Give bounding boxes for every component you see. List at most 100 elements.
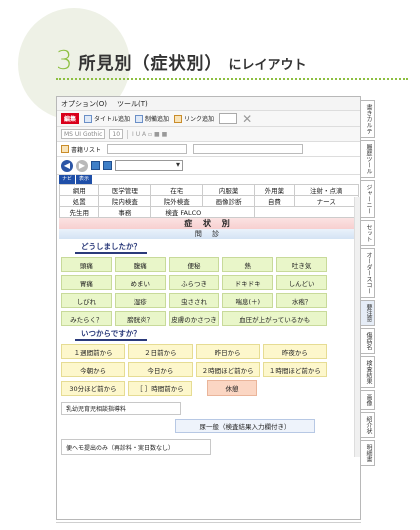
font-toolbar: MS UI Gothic 10 I U A ▫ ■ ■ [57, 127, 360, 142]
symptom-button[interactable]: 吐き気 [276, 257, 327, 272]
infant-consult-button[interactable]: 乳幼児育児相談指導料 [61, 402, 181, 415]
category-cell[interactable]: 事務 [98, 206, 152, 218]
side-tab[interactable]: セット [361, 220, 375, 246]
book-list-combo-2[interactable] [193, 144, 304, 154]
symptom-grid: 頭痛 腹痛 便秘 熱 吐き気 胃痛 めまい ふらつき ドキドキ しんどい しびれ… [61, 257, 327, 326]
onset-button[interactable]: 昨日から [195, 344, 260, 359]
category-cell[interactable]: 画像診断 [202, 195, 256, 207]
symptom-button[interactable]: ふらつき [168, 275, 220, 290]
tab-display[interactable]: 表示 [76, 175, 93, 184]
forward-icon[interactable]: ▶ [76, 159, 88, 172]
format-tools[interactable]: I U A ▫ ■ ■ [132, 131, 167, 138]
side-tab[interactable]: 明細書 [361, 440, 375, 466]
symptom-band: 症 状 別 [59, 218, 359, 229]
save-icon[interactable] [91, 161, 100, 170]
book-icon [61, 145, 69, 153]
category-cell[interactable]: 内服薬 [202, 184, 256, 196]
side-tab[interactable]: 画像 [361, 390, 375, 410]
symptom-button[interactable]: 喘息(＋) [222, 293, 274, 308]
menu-tools[interactable]: ツール(T) [117, 99, 148, 109]
onset-grid: １週間前から ２日前から 昨日から 昨夜から 今朝から 今日から ２時間ほど前か… [61, 344, 327, 377]
symptom-button[interactable]: 熱 [222, 257, 274, 272]
book-list-combo[interactable] [107, 144, 188, 154]
symptom-button[interactable]: 頭痛 [61, 257, 112, 272]
close-icon[interactable]: ✕ [242, 113, 252, 125]
menu-options[interactable]: オプション(O) [61, 99, 107, 109]
stool-submit-button[interactable]: 便ヘモ提出のみ（再診料・実日数なし） [61, 439, 211, 455]
category-cell[interactable]: 院外検査 [150, 195, 204, 207]
toolbar: 編集 タイトル追加 制備追加 リンク追加 ✕ [57, 111, 360, 127]
section-number: 3 [56, 46, 73, 76]
bottom-divider [56, 522, 361, 523]
symptom-button[interactable]: しびれ [61, 293, 112, 308]
category-cell[interactable]: 院内検査 [98, 195, 152, 207]
symptom-button[interactable]: 腹痛 [114, 257, 166, 272]
side-tab[interactable]: 紹介状 [361, 412, 375, 438]
category-cell[interactable]: 自費 [254, 195, 295, 207]
link-add-button[interactable]: リンク追加 [174, 114, 214, 123]
font-family-select[interactable]: MS UI Gothic [61, 129, 106, 139]
onset-button[interactable]: 昨夜から [262, 344, 327, 359]
tab-navi[interactable]: ナビ [59, 175, 76, 184]
onset-button[interactable]: 30分ほど前から [61, 380, 125, 396]
category-cell[interactable]: 医学管理 [98, 184, 152, 196]
table-row: 処置 院内検査 院外検査 画像診断 自費 ナース [58, 195, 360, 207]
category-cell[interactable]: 網用 [58, 184, 100, 196]
font-size-select[interactable]: 10 [109, 129, 124, 139]
symptom-button[interactable]: しんどい [276, 275, 327, 290]
urine-test-button[interactable]: 尿一般（検査結果入力欄付き） [175, 419, 315, 433]
side-tab[interactable]: 検査結果 [361, 356, 375, 388]
side-tab[interactable]: 傷病名 [361, 328, 375, 354]
side-tab-active[interactable]: 要注意 [361, 300, 375, 326]
onset-button[interactable]: １週間前から [61, 344, 126, 359]
category-cell[interactable]: 検査 FALCO [150, 206, 256, 218]
vertical-scrollbar[interactable] [354, 197, 360, 457]
interview-band: 問 診 [59, 229, 359, 239]
symptom-button[interactable]: 便秘 [168, 257, 220, 272]
symptom-button[interactable]: みたらく？ [61, 311, 112, 326]
symptom-button[interactable]: 胃痛 [61, 275, 112, 290]
back-icon[interactable]: ◀ [61, 159, 73, 172]
link-icon [174, 114, 183, 123]
category-cell[interactable]: ナース [293, 195, 360, 207]
infant-row: 乳幼児育児相談指導料 [61, 402, 360, 415]
page-select[interactable] [115, 160, 183, 171]
page-icon [84, 114, 93, 123]
category-cell[interactable]: 処置 [58, 195, 100, 207]
section-subtitle: にレイアウト [228, 58, 307, 73]
symptom-button[interactable]: 虫さされ [168, 293, 220, 308]
category-cell[interactable]: 外用薬 [254, 184, 295, 196]
side-tab[interactable]: ジャーニー [361, 180, 375, 218]
symptom-button[interactable]: めまい [114, 275, 166, 290]
symptom-button[interactable]: ドキドキ [222, 275, 274, 290]
navigation-row: ◀ ▶ [57, 157, 360, 175]
onset-button[interactable]: 今日から [128, 362, 193, 377]
side-tab[interactable]: 履歴ツール [361, 140, 375, 178]
category-table: 網用 医学管理 在宅 内服薬 外用薬 注射・点滴 処置 院内検査 院外検査 画像… [58, 184, 360, 218]
category-cell[interactable]: 在宅 [150, 184, 204, 196]
section-title: 所見別（症状別） [78, 54, 223, 74]
symptom-button[interactable]: 水疱？ [276, 293, 327, 308]
onset-button[interactable]: ［ ］時間前から [128, 380, 192, 396]
symptom-button[interactable]: 血圧が上がっているかも [222, 311, 327, 326]
side-tab[interactable]: 書きカルテ [361, 100, 375, 138]
onset-button[interactable]: ２日前から [128, 344, 193, 359]
title-add-button[interactable]: タイトル追加 [84, 114, 130, 123]
book-list-row: 書籍リスト [57, 142, 360, 157]
hint-add-button[interactable]: 制備追加 [135, 114, 169, 123]
symptom-button[interactable]: 湿疹 [114, 293, 166, 308]
color-box[interactable] [219, 113, 238, 124]
refresh-icon[interactable] [103, 161, 112, 170]
edit-button[interactable]: 編集 [61, 113, 80, 124]
onset-button[interactable]: ２時間ほど前から [195, 362, 260, 377]
book-list-button[interactable]: 書籍リスト [61, 145, 101, 154]
side-tab-strip: 書きカルテ 履歴ツール ジャーニー セット オーダースコー 要注意 傷病名 検査… [361, 100, 375, 468]
side-tab[interactable]: オーダースコー [361, 248, 375, 298]
category-cell[interactable]: 注射・点滴 [293, 184, 360, 196]
onset-button[interactable]: 今朝から [61, 362, 126, 377]
symptom-button[interactable]: 皮膚のかさつき [168, 311, 220, 326]
category-cell[interactable]: 先生用 [58, 206, 100, 218]
onset-button[interactable]: １時間ほど前から [262, 362, 327, 377]
rest-button[interactable]: 休憩 [207, 380, 257, 396]
symptom-button[interactable]: 膀胱炎？ [114, 311, 166, 326]
